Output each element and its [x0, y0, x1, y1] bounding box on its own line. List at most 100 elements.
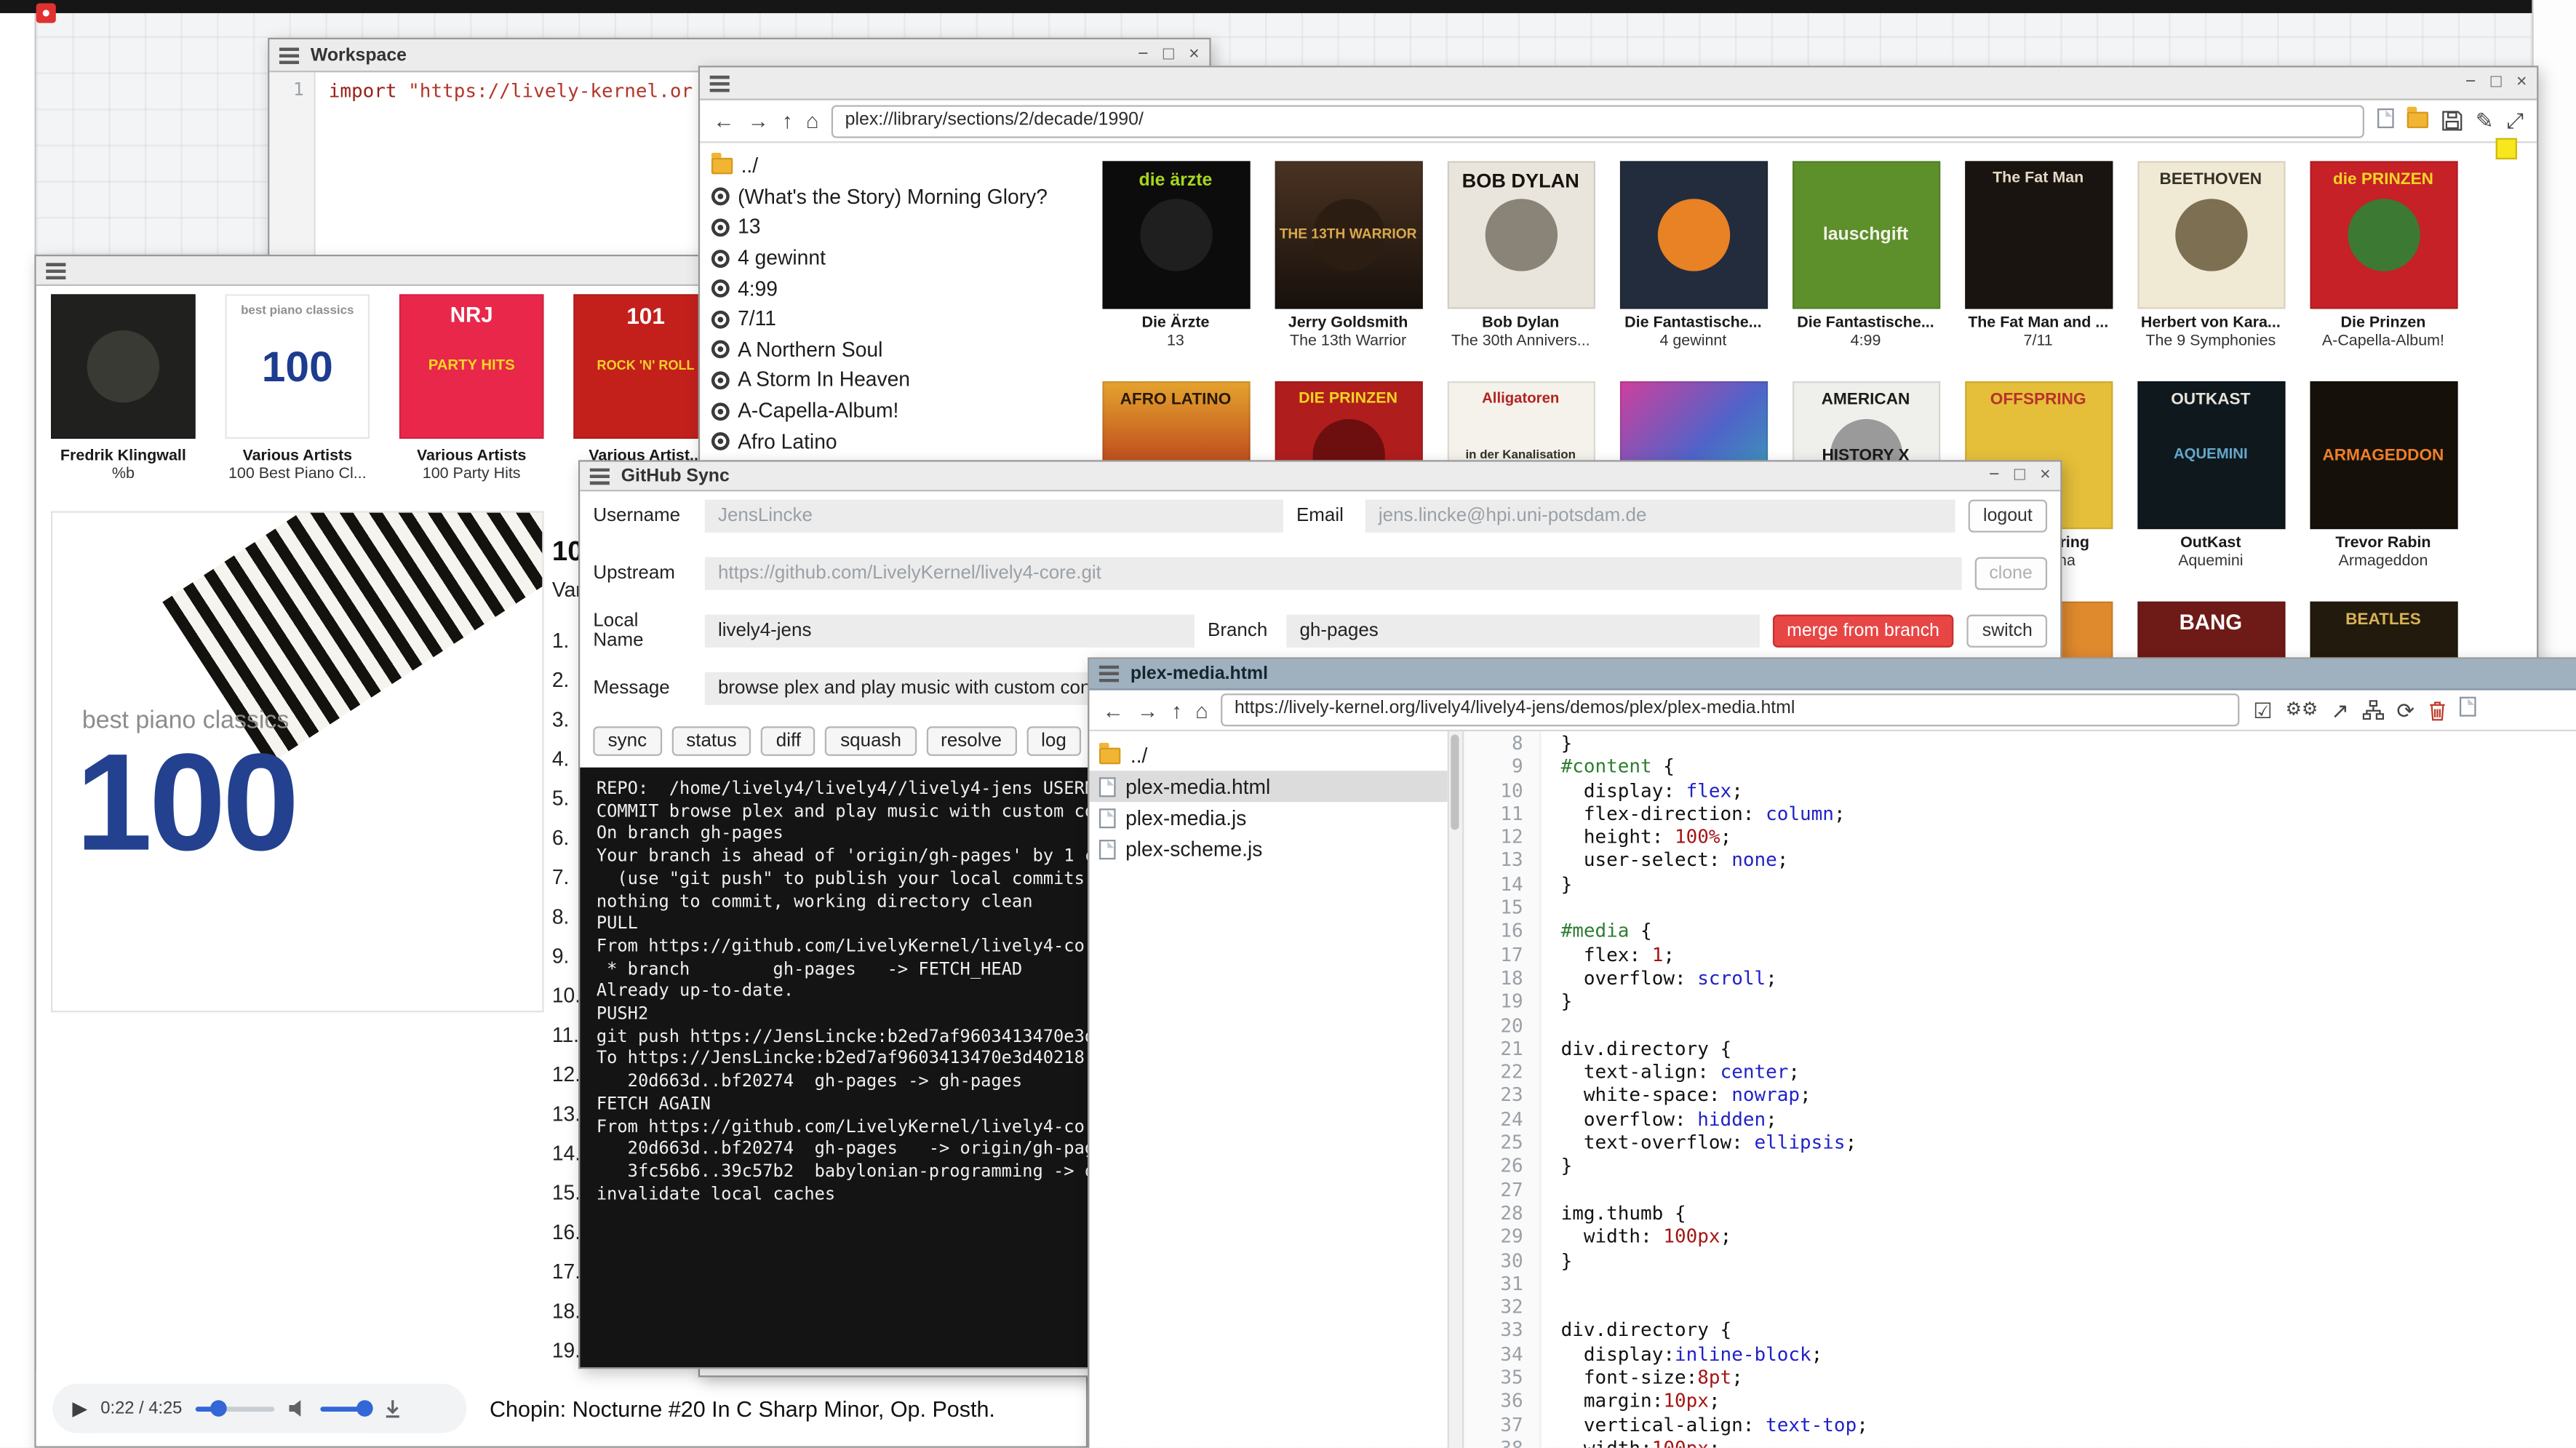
- clone-button[interactable]: clone: [1974, 557, 2047, 590]
- album-cover-art[interactable]: ARMAGEDDON: [2309, 381, 2457, 529]
- album-item[interactable]: die PRINZENDie PrinzenA-Capella-Album!: [2297, 161, 2469, 350]
- track-item[interactable]: 9.: [552, 936, 581, 976]
- close-button[interactable]: ×: [1189, 46, 1200, 64]
- minimize-button[interactable]: −: [1138, 46, 1149, 64]
- track-item[interactable]: 2.: [552, 661, 581, 700]
- album-cover-art[interactable]: 101ROCK 'N' ROLL: [573, 294, 718, 439]
- yellow-marker-icon[interactable]: [2496, 138, 2517, 159]
- track-item[interactable]: 5.: [552, 779, 581, 819]
- title-bar[interactable]: GitHub Sync − □ ×: [580, 462, 2060, 492]
- checkbox-icon[interactable]: ☑: [2253, 699, 2272, 720]
- album-item[interactable]: The Fat ManThe Fat Man and ...7/11: [1952, 161, 2124, 350]
- directory-item[interactable]: A-Capella-Album!: [711, 396, 1089, 426]
- album-cover-art[interactable]: [51, 294, 196, 439]
- album-item[interactable]: BEETHOVENHerbert von Kara...The 9 Sympho…: [2124, 161, 2297, 350]
- track-item[interactable]: 15.: [552, 1174, 581, 1213]
- new-file-icon[interactable]: [2459, 695, 2476, 725]
- menu-icon[interactable]: [46, 262, 65, 279]
- menu-icon[interactable]: [1099, 666, 1119, 683]
- open-folder-icon[interactable]: [2406, 106, 2428, 136]
- refresh-icon[interactable]: ⟳: [2396, 699, 2414, 720]
- maximize-button[interactable]: □: [2014, 466, 2025, 485]
- close-button[interactable]: ×: [2040, 466, 2051, 485]
- logout-button[interactable]: logout: [1969, 500, 2047, 533]
- directory-item[interactable]: (What's the Story) Morning Glory?: [711, 182, 1089, 212]
- track-item[interactable]: 1.: [552, 621, 581, 661]
- track-item[interactable]: 17.: [552, 1252, 581, 1292]
- album-item[interactable]: Die Fantastische...4 gewinnt: [1607, 161, 1779, 350]
- album-item[interactable]: BOB DYLANBob DylanThe 30th Annivers...: [1435, 161, 1607, 350]
- album-item[interactable]: die ärzteDie Ärzte13: [1089, 161, 1261, 350]
- album-cover-art[interactable]: [1619, 161, 1767, 309]
- title-bar[interactable]: − □ ×: [700, 68, 2537, 100]
- album-item[interactable]: 101ROCK 'N' ROLLVarious Artist...: [573, 294, 718, 483]
- album-cover-art[interactable]: NRJPARTY HITS: [399, 294, 544, 439]
- track-item[interactable]: 8.: [552, 897, 581, 936]
- track-item[interactable]: 13.: [552, 1094, 581, 1134]
- album-cover-art[interactable]: BEETHOVEN: [2137, 161, 2284, 309]
- email-input[interactable]: jens.lincke@hpi.uni-potsdam.de: [1365, 500, 1955, 533]
- external-link-icon[interactable]: ↗: [2331, 699, 2349, 720]
- directory-item[interactable]: 7/11: [711, 304, 1089, 335]
- album-cover-art[interactable]: The Fat Man: [1964, 161, 2112, 309]
- file-item[interactable]: ../: [1089, 739, 1447, 771]
- expand-icon[interactable]: ⤢: [2507, 110, 2524, 131]
- album-detail-cover[interactable]: best piano classics 100: [51, 511, 544, 1012]
- track-item[interactable]: 6.: [552, 819, 581, 858]
- new-file-icon[interactable]: [2377, 106, 2393, 136]
- directory-item[interactable]: 13: [711, 212, 1089, 243]
- album-cover-art[interactable]: lauschgift: [1792, 161, 1939, 309]
- directory-item[interactable]: A Northern Soul: [711, 335, 1089, 365]
- album-item[interactable]: ARMAGEDDONTrevor RabinArmageddon: [2297, 381, 2469, 570]
- branch-input[interactable]: gh-pages: [1286, 615, 1758, 648]
- forward-button[interactable]: →: [1137, 699, 1158, 720]
- source-editor[interactable]: 8}9#content {10 display: flex;11 flex-di…: [1464, 731, 2576, 1448]
- album-cover-art[interactable]: OUTKASTAQUEMINI: [2137, 381, 2284, 529]
- git-action-button[interactable]: log: [1026, 726, 1081, 756]
- directory-item[interactable]: ../: [711, 151, 1089, 182]
- album-cover-art[interactable]: best piano classics100: [225, 294, 370, 439]
- track-item[interactable]: 7.: [552, 858, 581, 897]
- track-item[interactable]: 4.: [552, 739, 581, 779]
- git-action-button[interactable]: resolve: [926, 726, 1016, 756]
- trash-icon[interactable]: [2428, 699, 2446, 720]
- directory-item[interactable]: A Storm In Heaven: [711, 365, 1089, 396]
- album-cover-art[interactable]: die ärzte: [1101, 161, 1249, 309]
- record-indicator-icon[interactable]: [36, 4, 56, 23]
- title-bar[interactable]: plex-media.html: [1089, 659, 2576, 691]
- up-button[interactable]: ↑: [1171, 699, 1182, 720]
- album-item[interactable]: OUTKASTAQUEMINIOutKastAquemini: [2124, 381, 2297, 570]
- album-cover-art[interactable]: die PRINZEN: [2309, 161, 2457, 309]
- back-button[interactable]: ←: [1102, 699, 1123, 720]
- back-button[interactable]: ←: [713, 110, 734, 131]
- album-item[interactable]: lauschgiftDie Fantastische...4:99: [1779, 161, 1952, 350]
- url-input[interactable]: https://lively-kernel.org/lively4/lively…: [1221, 693, 2240, 726]
- merge-from-branch-button[interactable]: merge from branch: [1772, 615, 1955, 648]
- git-action-button[interactable]: status: [671, 726, 751, 756]
- switch-branch-button[interactable]: switch: [1967, 615, 2047, 648]
- minimize-button[interactable]: −: [2465, 74, 2476, 92]
- home-button[interactable]: ⌂: [1195, 699, 1208, 720]
- seek-slider[interactable]: [195, 1406, 274, 1411]
- git-action-button[interactable]: diff: [761, 726, 816, 756]
- menu-icon[interactable]: [279, 47, 299, 63]
- album-item[interactable]: best piano classics100Various Artists100…: [225, 294, 370, 483]
- home-button[interactable]: ⌂: [806, 110, 819, 131]
- track-item[interactable]: 18.: [552, 1292, 581, 1331]
- username-input[interactable]: JensLincke: [705, 500, 1283, 533]
- directory-item[interactable]: 4 gewinnt: [711, 243, 1089, 274]
- track-item[interactable]: 14.: [552, 1134, 581, 1173]
- audio-controls[interactable]: ▶ 0:22 / 4:25: [52, 1384, 466, 1433]
- album-cover-art[interactable]: THE 13TH WARRIOR: [1274, 161, 1421, 309]
- album-item[interactable]: Fredrik Klingwall%b: [51, 294, 196, 483]
- file-item[interactable]: plex-media.html: [1089, 771, 1447, 802]
- up-button[interactable]: ↑: [782, 110, 793, 131]
- save-icon[interactable]: [2441, 110, 2462, 131]
- track-item[interactable]: 16.: [552, 1213, 581, 1252]
- forward-button[interactable]: →: [748, 110, 769, 131]
- directory-item[interactable]: Afro Latino: [711, 426, 1089, 457]
- file-item[interactable]: plex-scheme.js: [1089, 833, 1447, 864]
- close-button[interactable]: ×: [2516, 74, 2527, 92]
- gears-icon[interactable]: ⚙⚙: [2286, 701, 2318, 719]
- maximize-button[interactable]: □: [1163, 46, 1174, 64]
